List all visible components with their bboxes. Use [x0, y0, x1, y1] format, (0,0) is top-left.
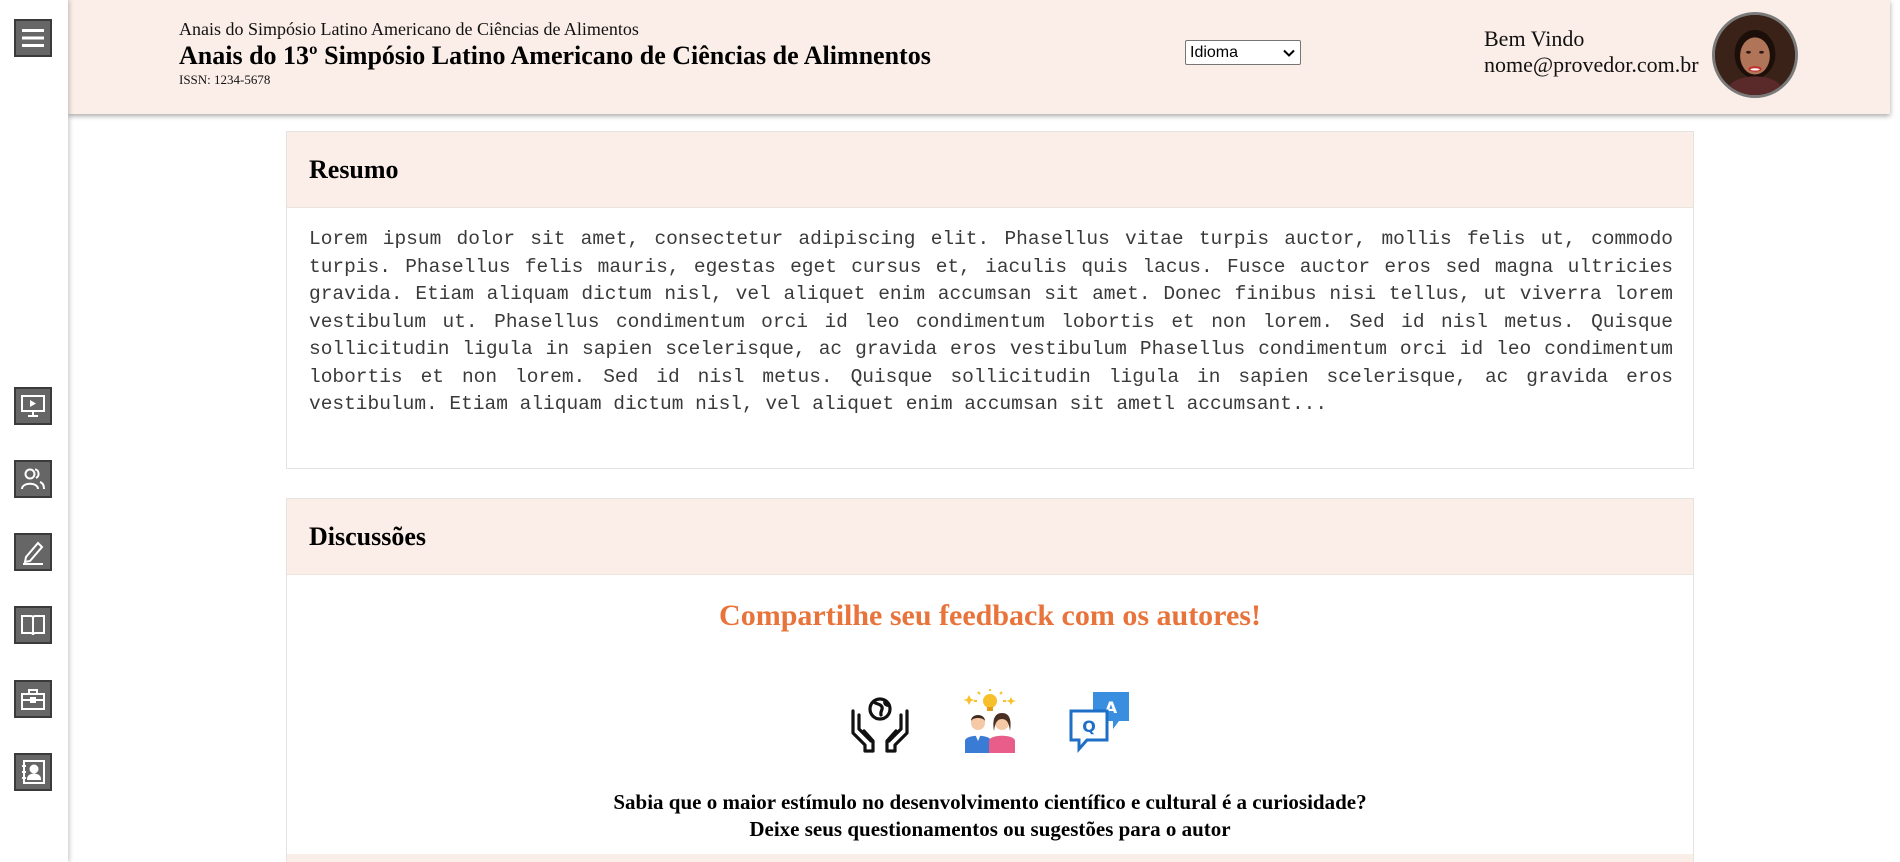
feedback-text: Sabia que o maior estímulo no desenvolvi…: [287, 789, 1693, 843]
resumo-text: Lorem ipsum dolor sit amet, consectetur …: [309, 228, 1673, 415]
menu-icon: [22, 29, 44, 47]
sidebar-item-book[interactable]: [14, 606, 52, 644]
language-select-value: Idioma: [1190, 43, 1239, 61]
feedback-line-2: Deixe seus questionamentos ou sugestões …: [749, 817, 1231, 841]
user-email: nome@provedor.com.br: [1484, 52, 1699, 77]
feedback-line-1: Sabia que o maior estímulo no desenvolvi…: [613, 790, 1367, 814]
avatar-image: [1715, 15, 1795, 95]
presentation-icon: [21, 395, 45, 417]
qa-chat-icon: A Q: [1067, 689, 1133, 755]
next-section-strip: [287, 854, 1693, 862]
feedback-title: Compartilhe seu feedback com os autores!: [719, 599, 1261, 632]
svg-text:Q: Q: [1082, 717, 1096, 736]
contacts-icon: [22, 760, 45, 784]
chevron-down-icon: [1283, 49, 1295, 57]
people-idea-icon: [957, 689, 1023, 755]
avatar[interactable]: [1712, 12, 1798, 98]
hands-globe-icon: [847, 689, 913, 755]
sidebar-item-contacts[interactable]: [14, 753, 52, 791]
resumo-heading: Resumo: [287, 132, 1693, 208]
language-select[interactable]: Idioma: [1185, 40, 1301, 65]
header-subtitle: Anais do Simpósio Latino Americano de Ci…: [179, 19, 639, 39]
menu-button[interactable]: [14, 19, 52, 57]
sidebar: [0, 0, 68, 862]
book-icon: [21, 615, 45, 636]
sidebar-item-users[interactable]: [14, 460, 52, 498]
page-title: Anais do 13º Simpósio Latino Americano d…: [179, 41, 931, 70]
sidebar-item-edit[interactable]: [14, 533, 52, 571]
resumo-card: Resumo Lorem ipsum dolor sit amet, conse…: [286, 131, 1694, 469]
welcome-label: Bem Vindo: [1484, 26, 1585, 51]
discussoes-heading: Discussões: [287, 499, 1693, 575]
feedback-icons: A Q: [287, 689, 1693, 755]
edit-icon: [23, 541, 44, 565]
issn-label: ISSN: 1234-5678: [179, 72, 271, 87]
briefcase-icon: [21, 689, 45, 710]
discussoes-card: Discussões Compartilhe seu feedback com …: [286, 498, 1694, 862]
users-icon: [21, 468, 45, 490]
sidebar-item-presentations[interactable]: [14, 387, 52, 425]
header: Anais do Simpósio Latino Americano de Ci…: [68, 0, 1890, 114]
user-greeting: Bem Vindo nome@provedor.com.br: [1484, 26, 1699, 78]
sidebar-item-briefcase[interactable]: [14, 680, 52, 718]
